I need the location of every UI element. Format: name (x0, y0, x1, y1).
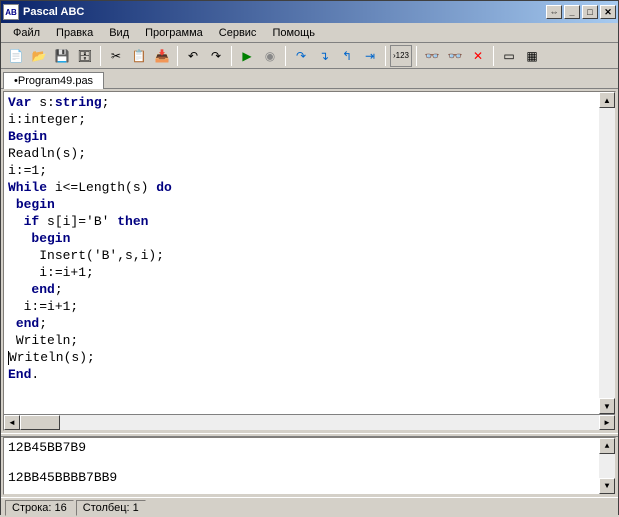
maximize-button[interactable]: □ (582, 5, 598, 19)
eval-icon[interactable]: ›123 (390, 45, 412, 67)
kw-if: if (24, 214, 40, 229)
watch-icon[interactable]: 👓 (421, 45, 443, 67)
code-text: Writeln; (16, 333, 78, 348)
redo-icon[interactable]: ↷ (205, 45, 227, 67)
kw-end: End (8, 367, 31, 382)
step-over-icon[interactable]: ↷ (290, 45, 312, 67)
kw-end: end (31, 282, 54, 297)
window-title: Pascal ABC (23, 6, 546, 18)
scroll-down-icon[interactable]: ▼ (599, 478, 615, 494)
toolbar: 📄 📂 💾 🗄 ✂ 📋 📥 ↶ ↷ ▶ ◉ ↷ ↴ ↰ ⇥ ›123 👓 👓 ✕… (1, 43, 618, 69)
output-vscroll[interactable]: ▲ ▼ (599, 438, 615, 494)
step-into-icon[interactable]: ↴ (313, 45, 335, 67)
copy-icon[interactable]: 📋 (128, 45, 150, 67)
breakpoint-icon[interactable]: 👓 (444, 45, 466, 67)
run-icon[interactable]: ▶ (236, 45, 258, 67)
kw-then: then (117, 214, 148, 229)
scroll-right-icon[interactable]: ► (599, 415, 615, 430)
editor-area: Var s:string; i:integer; Begin Readln(s)… (3, 91, 616, 431)
save-all-icon[interactable]: 🗄 (74, 45, 96, 67)
robot-icon[interactable]: ▦ (521, 45, 543, 67)
code-text: s[i]='B' (39, 214, 117, 229)
scroll-track[interactable] (599, 108, 615, 398)
kw-string: string (55, 95, 102, 110)
titlebar: AB Pascal ABC ⇔ _ □ ✕ (1, 1, 618, 23)
scroll-down-icon[interactable]: ▼ (599, 398, 615, 414)
code-text: s: (31, 95, 54, 110)
menu-help[interactable]: Помощь (264, 25, 323, 41)
code-text: Writeln(s); (9, 350, 95, 365)
menu-program[interactable]: Программа (137, 25, 211, 41)
new-file-icon[interactable]: 📄 (5, 45, 27, 67)
open-folder-icon[interactable]: 📂 (28, 45, 50, 67)
statusbar: Строка: 16 Столбец: 1 (1, 497, 618, 517)
scroll-up-icon[interactable]: ▲ (599, 92, 615, 108)
close-icon[interactable]: ✕ (467, 45, 489, 67)
code-text: Insert('B',s,i); (39, 248, 164, 263)
separator (385, 46, 386, 66)
code-text: i:=i+1; (39, 265, 94, 280)
code-text: ; (102, 95, 110, 110)
paste-icon[interactable]: 📥 (151, 45, 173, 67)
kw-end: end (16, 316, 39, 331)
separator (177, 46, 178, 66)
window-icon[interactable]: ▭ (498, 45, 520, 67)
scroll-up-icon[interactable]: ▲ (599, 438, 615, 454)
scroll-thumb[interactable] (20, 415, 60, 430)
code-text: i:integer; (8, 112, 86, 127)
code-text: i:=i+1; (24, 299, 79, 314)
output-panel[interactable]: 12B45BB7B9 12BB45BBBB7BB9 ▲ ▼ (3, 437, 616, 495)
editor-vscroll[interactable]: ▲ ▼ (599, 92, 615, 414)
undo-icon[interactable]: ↶ (182, 45, 204, 67)
minimize-button[interactable]: _ (564, 5, 580, 19)
close-window-button[interactable]: ✕ (600, 5, 616, 19)
pin-button[interactable]: ⇔ (546, 5, 562, 19)
file-tab[interactable]: •Program49.pas (3, 72, 104, 89)
menu-service[interactable]: Сервис (211, 25, 265, 41)
separator (285, 46, 286, 66)
menu-edit[interactable]: Правка (48, 25, 101, 41)
code-text: i:=1; (8, 163, 47, 178)
code-text: . (31, 367, 39, 382)
scroll-left-icon[interactable]: ◄ (4, 415, 20, 430)
status-col: Столбец: 1 (76, 500, 146, 516)
kw-do: do (156, 180, 172, 195)
scroll-track[interactable] (60, 415, 599, 430)
kw-while: While (8, 180, 47, 195)
tabbar: •Program49.pas (1, 69, 618, 89)
code-text: ; (39, 316, 47, 331)
code-editor[interactable]: Var s:string; i:integer; Begin Readln(s)… (4, 92, 615, 414)
separator (100, 46, 101, 66)
code-text: Readln(s); (8, 146, 86, 161)
kw-var: Var (8, 95, 31, 110)
kw-begin: begin (31, 231, 70, 246)
menubar: Файл Правка Вид Программа Сервис Помощь (1, 23, 618, 43)
kw-begin: begin (16, 197, 55, 212)
separator (493, 46, 494, 66)
cut-icon[interactable]: ✂ (105, 45, 127, 67)
app-icon: AB (3, 4, 19, 20)
separator (416, 46, 417, 66)
menu-view[interactable]: Вид (101, 25, 137, 41)
scroll-track[interactable] (599, 454, 615, 478)
run-to-icon[interactable]: ⇥ (359, 45, 381, 67)
stop-icon[interactable]: ◉ (259, 45, 281, 67)
separator (231, 46, 232, 66)
step-out-icon[interactable]: ↰ (336, 45, 358, 67)
output-line: 12BB45BBBB7BB9 (8, 470, 611, 485)
menu-file[interactable]: Файл (5, 25, 48, 41)
editor-hscroll[interactable]: ◄ ► (4, 414, 615, 430)
code-text: i<=Length(s) (47, 180, 156, 195)
window-controls: ⇔ _ □ ✕ (546, 5, 616, 19)
output-line: 12B45BB7B9 (8, 440, 611, 455)
save-icon[interactable]: 💾 (51, 45, 73, 67)
kw-begin: Begin (8, 129, 47, 144)
status-line: Строка: 16 (5, 500, 74, 516)
code-text: ; (55, 282, 63, 297)
